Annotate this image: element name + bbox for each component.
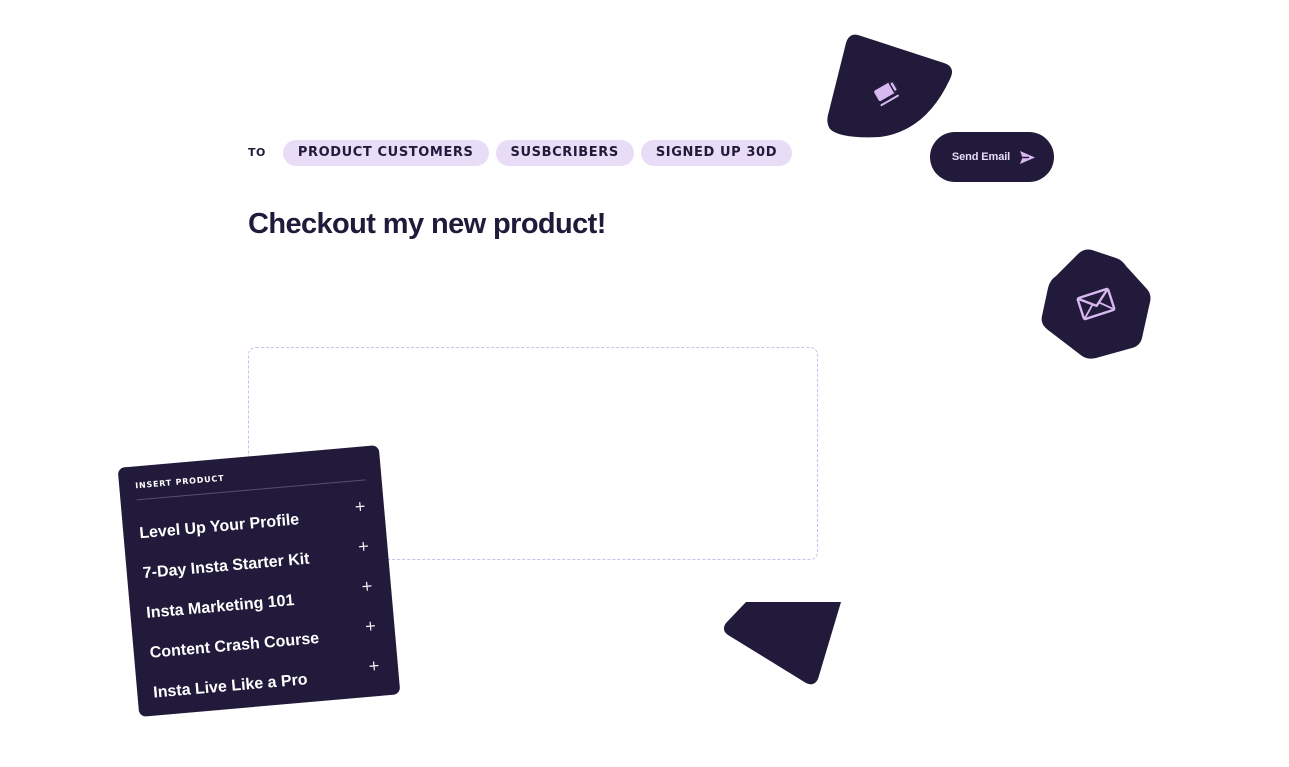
edit-button[interactable] xyxy=(826,33,954,139)
add-icon[interactable]: + xyxy=(360,578,373,595)
to-label: TO xyxy=(248,145,266,159)
product-name: Insta Live Like a Pro xyxy=(152,671,309,702)
product-list: Level Up Your Profile + 7-Day Insta Star… xyxy=(137,490,384,709)
send-email-label: Send Email xyxy=(951,151,1011,163)
send-email-button[interactable]: Send Email xyxy=(930,132,1054,182)
email-subject[interactable]: Checkout my new product! xyxy=(248,208,606,241)
mail-button[interactable] xyxy=(1038,248,1152,362)
recipients-row: TO PRODUCT CUSTOMERS SUSBCRIBERS SIGNED … xyxy=(248,140,799,166)
send-icon xyxy=(1020,150,1036,164)
decorative-shape xyxy=(722,601,844,687)
edit-shape xyxy=(827,34,952,138)
triangle-shape xyxy=(723,602,841,685)
recipient-chip-subscribers[interactable]: SUSBCRIBERS xyxy=(495,140,634,166)
recipient-chip-product-customers[interactable]: PRODUCT CUSTOMERS xyxy=(282,140,489,166)
add-icon[interactable]: + xyxy=(357,538,370,555)
add-icon[interactable]: + xyxy=(354,498,367,515)
recipient-chip-signed-up-30d[interactable]: SIGNED UP 30D xyxy=(640,140,793,166)
insert-product-panel: INSERT PRODUCT Level Up Your Profile + 7… xyxy=(117,445,401,717)
add-icon[interactable]: + xyxy=(364,618,377,635)
mail-shape xyxy=(1041,249,1151,359)
add-icon[interactable]: + xyxy=(367,658,380,675)
